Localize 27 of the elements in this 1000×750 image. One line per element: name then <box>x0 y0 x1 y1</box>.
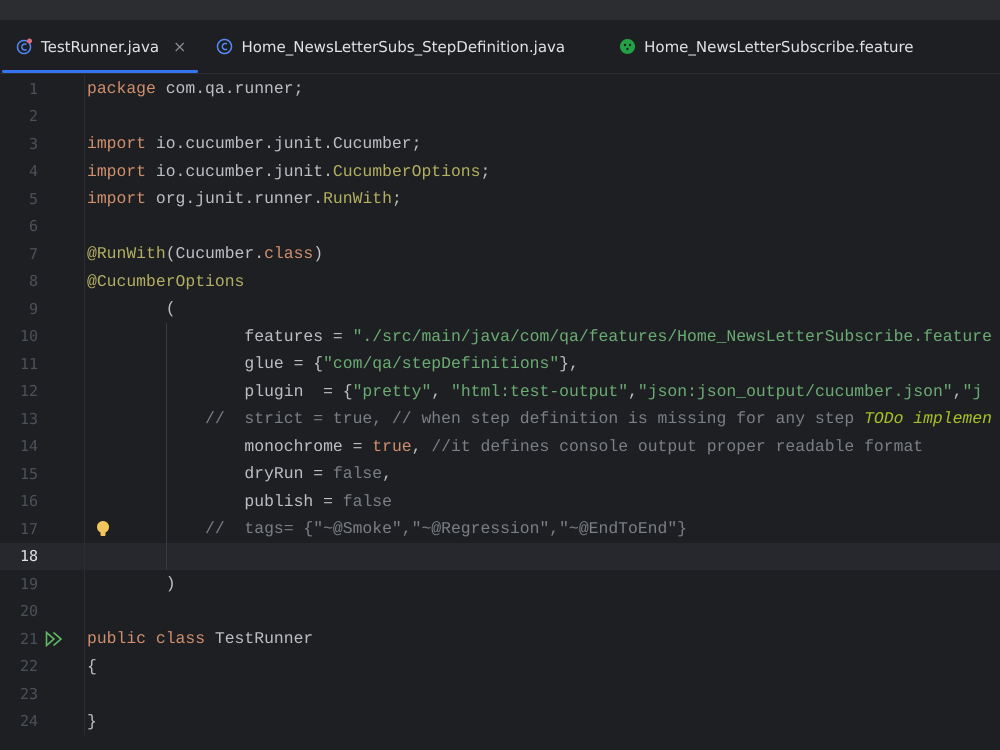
code-line: } <box>87 712 97 731</box>
code-line: { <box>87 656 97 676</box>
code-line: import org.junit.runner.RunWith; <box>87 189 402 208</box>
code-line: ( <box>166 299 176 318</box>
code-line: glue = {"com/qa/stepDefinitions"}, <box>244 354 579 374</box>
code-line: package com.qa.runner; <box>87 79 304 98</box>
code-line: ) <box>166 574 176 594</box>
code-line: features = "./src/main/java/com/qa/features/Home_NewsLetterSubscribe.feature <box>244 326 992 346</box>
code-line: import io.cucumber.junit.Cucumber; <box>87 134 422 154</box>
code-line: @CucumberOptions <box>87 272 244 291</box>
code-line: plugin = {"pretty", "html:test-output","json:json_output/cucumber.json","j <box>244 382 982 401</box>
editor-tab[interactable]: Home_NewsLetterSubscribe.feature <box>603 20 952 73</box>
tab-label: Home_NewsLetterSubs_StepDefinition.java <box>241 38 566 56</box>
code-line: public class TestRunner <box>87 629 314 648</box>
tab-label: TestRunner.java <box>41 38 160 56</box>
editor-tab[interactable]: Home_NewsLetterSubs_StepDefinition.java <box>200 20 604 73</box>
code-line: @RunWith(Cucumber.class) <box>87 244 324 264</box>
code-line: import io.cucumber.junit.CucumberOptions; <box>87 162 490 181</box>
code-line: // tags= {"~@Smoke","~@Regression","~@EndToEnd"} <box>205 519 688 538</box>
close-icon[interactable]: × <box>173 37 186 56</box>
code-line: dryRun = false, <box>244 464 392 484</box>
editor-tab[interactable]: TestRunner.java × <box>0 20 200 73</box>
code-line: monochrome = true, //it defines console output proper readable format <box>244 436 924 456</box>
code-line: // strict = true, // when step definition is missing for any step TODo implemen <box>205 409 992 428</box>
tab-label: Home_NewsLetterSubscribe.feature <box>644 38 914 56</box>
line-number: 18 <box>18 547 38 566</box>
code-line: publish = false <box>244 492 392 511</box>
